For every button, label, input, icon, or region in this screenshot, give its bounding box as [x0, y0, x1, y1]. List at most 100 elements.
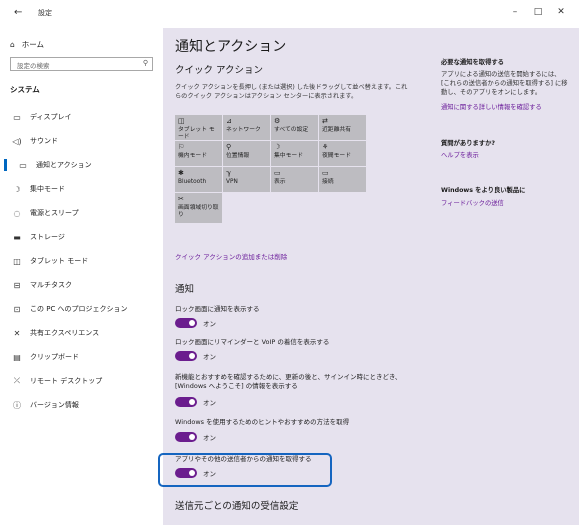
lock-screen-reminders-toggle[interactable]: オン	[175, 351, 216, 361]
speaker-icon: ◁)	[12, 136, 22, 146]
storage-icon: ▬	[13, 232, 21, 242]
sidebar-item-remote[interactable]: ⤫ リモート デスクトップ	[12, 374, 102, 388]
notifications-heading: 通知	[175, 284, 195, 295]
toggle-switch[interactable]	[175, 432, 197, 442]
vpn-icon: ℽ	[226, 169, 232, 177]
sidebar-item-multitask[interactable]: ⊟ マルチタスク	[12, 278, 72, 292]
network-icon: ⊿	[226, 117, 232, 125]
tile-bluetooth[interactable]: ✱ Bluetooth	[175, 167, 222, 192]
toggle-state: オン	[203, 320, 216, 328]
toggle-state: オン	[203, 399, 216, 407]
help-heading-feedback: Windows をより良い製品に	[441, 187, 526, 194]
sidebar-item-sound[interactable]: ◁) サウンド	[12, 134, 58, 148]
tile-airplane[interactable]: ⚐ 機内モード	[175, 141, 222, 166]
quick-actions-description: クイック アクションを長押し (または選択) した後ドラッグして並べ替えます。こ…	[175, 84, 408, 100]
remote-icon: ⤫	[13, 376, 21, 385]
home-icon: ⌂	[10, 40, 15, 49]
toggle-state: オン	[203, 434, 216, 442]
sidebar-item-clipboard[interactable]: ▤ クリップボード	[12, 350, 79, 364]
tile-snip[interactable]: ✂ 画面領域切り取り	[175, 193, 222, 223]
power-icon: ◌	[13, 208, 21, 218]
sidebar-section-title: システム	[10, 85, 40, 94]
help-text-notifications: アプリによる通知の送信を開始するには、[これらの送信者からの通知を取得する] に…	[441, 71, 568, 96]
sidebar-item-label: 集中モード	[30, 185, 65, 193]
sidebar-item-label: マルチタスク	[30, 281, 72, 289]
help-heading-notifications: 必要な通知を取得する	[441, 59, 504, 66]
lock-screen-notifications-toggle[interactable]: オン	[175, 318, 216, 328]
scissors-icon: ✂	[178, 195, 184, 203]
sidebar-item-storage[interactable]: ▬ ストレージ	[12, 230, 65, 244]
location-icon: ⚲	[226, 143, 232, 151]
edit-quick-actions-link[interactable]: クイック アクションの追加または削除	[175, 251, 287, 261]
toggle-switch[interactable]	[175, 318, 197, 328]
moon-icon: ☽	[274, 143, 281, 151]
sidebar-item-focus[interactable]: ☽ 集中モード	[12, 182, 65, 196]
maximize-button[interactable]: □	[528, 7, 548, 17]
tile-network[interactable]: ⊿ ネットワーク	[223, 115, 270, 140]
home-link[interactable]: ⌂ ホーム	[10, 39, 44, 50]
toggle-state: オン	[203, 353, 216, 361]
tablet-icon: ◫	[13, 256, 21, 266]
minimize-button[interactable]: –	[505, 7, 525, 17]
search-input[interactable]: 設定の検索 ⚲	[10, 57, 153, 71]
toggle-switch[interactable]	[175, 351, 197, 361]
setting-label: ロック画面にリマインダーと VoIP の着信を表示する	[175, 338, 330, 346]
sidebar-item-tablet[interactable]: ◫ タブレット モード	[12, 254, 88, 268]
display-icon: ▭	[13, 112, 21, 122]
sidebar: ⌂ ホーム 設定の検索 ⚲ システム ▭ ディスプレイ ◁) サウンド ▭ 通知…	[0, 28, 163, 525]
sidebar-item-label: この PC へのプロジェクション	[30, 305, 128, 313]
sidebar-item-label: ストレージ	[30, 233, 65, 241]
clipboard-icon: ▤	[13, 352, 21, 362]
project-icon: ▭	[274, 169, 281, 177]
tile-all-settings[interactable]: ⚙ すべての設定	[271, 115, 318, 140]
sidebar-item-label: 通知とアクション	[36, 161, 92, 169]
back-button[interactable]: ←	[14, 7, 22, 18]
close-button[interactable]: ✕	[551, 7, 571, 17]
tile-focus[interactable]: ☽ 集中モード	[271, 141, 318, 166]
per-sender-heading: 送信元ごとの通知の受信設定	[175, 501, 299, 512]
help-heading-questions: 質問がありますか?	[441, 140, 496, 147]
welcome-experience-toggle[interactable]: オン	[175, 397, 216, 407]
tile-location[interactable]: ⚲ 位置情報	[223, 141, 270, 166]
setting-label: 新機能とおすすめを確認するために、更新の後と、サインイン時にときどき、[Wind…	[175, 373, 402, 390]
focus-highlight	[158, 453, 332, 487]
connect-icon: ▭	[322, 169, 329, 177]
tablet-icon: ◫	[178, 117, 185, 125]
setting-label: ロック画面に通知を表示する	[175, 305, 260, 313]
tile-connect[interactable]: ▭ 接続	[319, 167, 366, 192]
sidebar-item-projection[interactable]: ⊡ この PC へのプロジェクション	[12, 302, 128, 316]
tile-vpn[interactable]: ℽ VPN	[223, 167, 270, 192]
quick-actions-heading: クイック アクション	[175, 65, 264, 76]
share-icon: ⇄	[322, 117, 328, 125]
search-placeholder: 設定の検索	[17, 62, 50, 70]
tile-tablet-mode[interactable]: ◫ タブレット モード	[175, 115, 222, 140]
sidebar-item-label: リモート デスクトップ	[30, 377, 103, 385]
home-label: ホーム	[21, 40, 45, 49]
tips-toggle[interactable]: オン	[175, 432, 216, 442]
sidebar-item-shared[interactable]: ✕ 共有エクスペリエンス	[12, 326, 100, 340]
gear-icon: ⚙	[274, 117, 281, 125]
title-bar: ← 設定 – □ ✕	[0, 0, 579, 28]
active-indicator	[4, 159, 7, 171]
page-title: 通知とアクション	[175, 39, 287, 55]
airplane-icon: ⚐	[178, 143, 185, 151]
tile-nearby-share[interactable]: ⇄ 近距離共有	[319, 115, 366, 140]
night-light-icon: ⚘	[322, 143, 329, 151]
projection-icon: ⊡	[13, 304, 21, 314]
sidebar-item-display[interactable]: ▭ ディスプレイ	[12, 110, 72, 124]
sidebar-item-about[interactable]: ⓘ バージョン情報	[12, 398, 79, 412]
toggle-switch[interactable]	[175, 397, 197, 407]
tile-night-light[interactable]: ⚘ 夜間モード	[319, 141, 366, 166]
feedback-link[interactable]: フィードバックの送信	[441, 199, 504, 208]
sidebar-item-label: 共有エクスペリエンス	[30, 329, 100, 337]
sidebar-item-power[interactable]: ◌ 電源とスリープ	[12, 206, 79, 220]
notifications-info-link[interactable]: 通知に関する詳しい情報を確認する	[441, 103, 542, 112]
sidebar-item-label: ディスプレイ	[30, 113, 72, 121]
tile-project[interactable]: ▭ 表示	[271, 167, 318, 192]
search-icon[interactable]: ⚲	[143, 59, 148, 67]
sidebar-item-label: タブレット モード	[30, 257, 89, 265]
help-link[interactable]: ヘルプを表示	[441, 151, 479, 160]
sidebar-item-notifications[interactable]: ▭ 通知とアクション	[4, 158, 92, 172]
sidebar-item-label: サウンド	[30, 137, 58, 145]
multitask-icon: ⊟	[13, 280, 21, 290]
